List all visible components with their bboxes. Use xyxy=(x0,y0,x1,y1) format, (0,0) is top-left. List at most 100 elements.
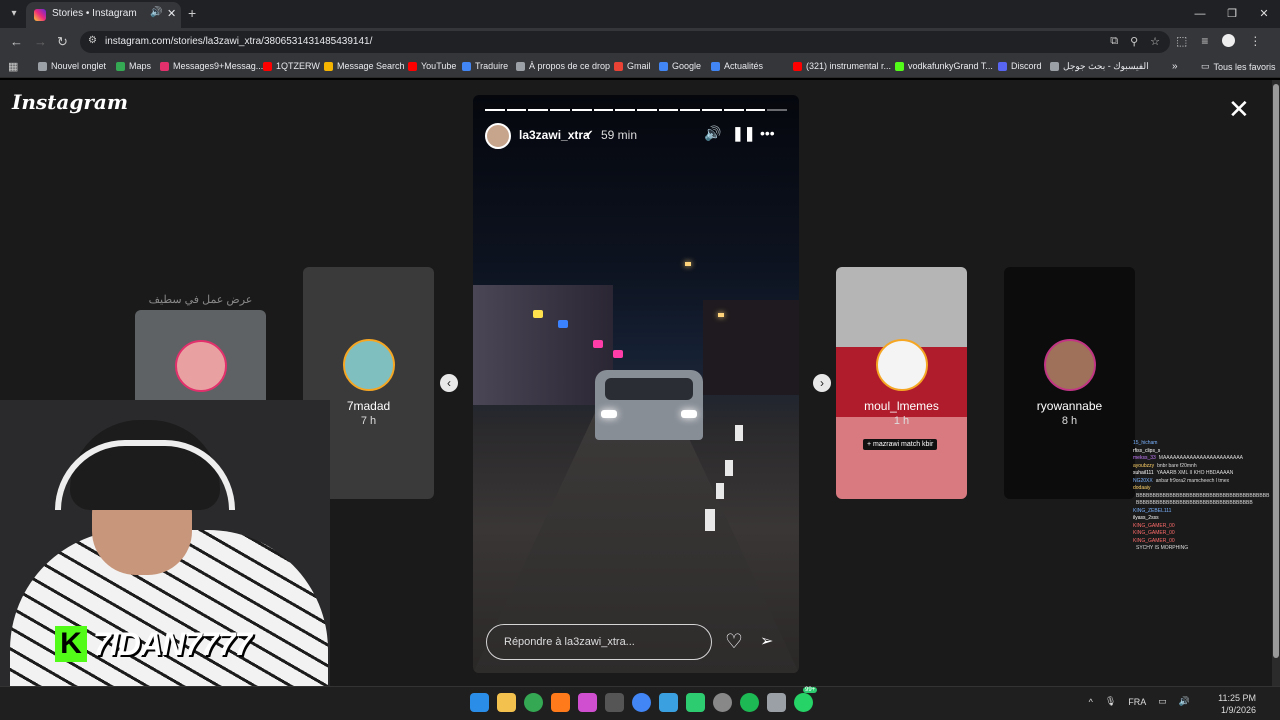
tab-audio-icon[interactable]: 🔊 xyxy=(150,7,162,18)
forward-arrow-icon[interactable]: → xyxy=(34,34,47,49)
chat-text: YAAARB XML II KHO HBDAAAAN xyxy=(1156,470,1234,476)
url-text[interactable]: instagram.com/stories/la3zawi_xtra/38065… xyxy=(105,36,372,47)
mute-icon[interactable]: 🔊 xyxy=(704,125,721,142)
whatsapp-icon[interactable]: 99+ xyxy=(794,687,818,712)
bookmark-item[interactable]: Actualités xyxy=(711,61,763,71)
profile-avatar-icon[interactable] xyxy=(1222,34,1236,47)
restore-button[interactable]: ❐ xyxy=(1216,0,1248,28)
bookmark-item[interactable]: Message Search xyxy=(324,61,405,71)
apps-grid-icon[interactable]: ▦ xyxy=(8,60,18,73)
like-heart-icon[interactable]: ♡ xyxy=(725,629,743,654)
bookmark-item[interactable]: YouTube xyxy=(408,61,456,71)
active-story[interactable]: la3zawi_xtra ✔ 59 min 🔊 ❚❚ ••• Répondre … xyxy=(473,95,799,673)
bookmark-item[interactable]: الفيسبوك - بحث جوجل xyxy=(1050,61,1149,72)
volume-icon[interactable]: 🔊 xyxy=(1179,696,1190,707)
back-arrow-icon[interactable]: ← xyxy=(10,34,23,49)
story-username[interactable]: la3zawi_xtra xyxy=(519,128,590,142)
chrome-icon[interactable] xyxy=(524,693,543,712)
close-stories-icon[interactable]: ✕ xyxy=(1228,96,1250,122)
previous-story-chevron-icon[interactable]: ‹ xyxy=(440,374,458,392)
reload-icon[interactable]: ↻ xyxy=(57,34,68,50)
app-icon[interactable] xyxy=(686,693,705,712)
bookmark-item[interactable]: À propos de ce drop xyxy=(516,61,610,71)
media-control-icon[interactable]: ≡ xyxy=(1201,34,1208,48)
settings-gear-icon[interactable] xyxy=(767,693,786,712)
story-avatar[interactable] xyxy=(485,123,511,149)
chrome-icon[interactable] xyxy=(632,693,651,712)
bookmark-label: Discord xyxy=(1011,61,1042,71)
file-explorer-icon[interactable] xyxy=(497,693,516,712)
bookmark-star-icon[interactable]: ☆ xyxy=(1150,35,1160,48)
chat-username: KING_GAMER_00 xyxy=(1133,537,1175,544)
chat-text: anbar fr9ora2 mamcheech l tmex xyxy=(1155,477,1230,484)
more-bookmarks-icon[interactable]: » xyxy=(1172,61,1178,72)
address-bar[interactable]: ⚙ instagram.com/stories/la3zawi_xtra/380… xyxy=(80,31,1170,53)
all-bookmarks-folder[interactable]: ▭ Tous les favoris xyxy=(1201,61,1276,72)
bookmark-favicon-icon xyxy=(408,61,417,71)
progress-segment xyxy=(723,109,744,111)
bookmark-item[interactable]: (321) instrumental r... xyxy=(793,61,891,71)
bookmark-favicon-icon xyxy=(998,61,1007,71)
app-icon[interactable] xyxy=(713,693,732,712)
bookmark-item[interactable]: Maps xyxy=(116,61,151,71)
pause-icon[interactable]: ❚❚ xyxy=(732,125,755,142)
chat-username: mekss_33 xyxy=(1133,455,1156,461)
chat-message: dodaaiy xyxy=(1133,485,1273,493)
browser-menu-icon[interactable]: ⋮ xyxy=(1249,34,1261,48)
app-icon[interactable] xyxy=(551,693,570,712)
app-icon[interactable] xyxy=(605,693,624,712)
network-icon[interactable]: ▭ xyxy=(1158,696,1167,707)
story-card-caption: عرض عمل في سطيف xyxy=(148,294,253,306)
chat-username: suhail111 xyxy=(1133,470,1154,476)
bookmarks-bar: ▦ Nouvel onglet Maps Messages9+Messag... 1Q… xyxy=(0,56,1280,78)
progress-segment xyxy=(593,109,614,111)
install-app-icon[interactable]: ⧉ xyxy=(1110,35,1118,48)
telegram-icon[interactable] xyxy=(659,693,678,712)
bookmark-label: Messages9+Messag... xyxy=(173,61,264,71)
taskbar-clock[interactable]: 11:25 PM 1/9/2026 xyxy=(1218,692,1256,716)
next-story-chevron-icon[interactable]: › xyxy=(813,374,831,392)
lane-marking xyxy=(705,509,715,531)
minimize-button[interactable]: — xyxy=(1184,0,1216,28)
bookmark-item[interactable]: Traduire xyxy=(462,61,508,71)
window-close-button[interactable]: ✕ xyxy=(1248,0,1280,28)
street-lamp xyxy=(718,313,724,317)
bookmark-item[interactable]: 1QTZERW xyxy=(263,61,320,71)
language-indicator[interactable]: FRA xyxy=(1128,697,1146,707)
car-windshield xyxy=(605,378,693,400)
scrollbar-thumb[interactable] xyxy=(1273,84,1279,658)
new-tab-button[interactable]: + xyxy=(188,5,196,21)
bookmark-label: (321) instrumental r... xyxy=(806,61,892,71)
microphone-icon[interactable]: 🎙 xyxy=(1105,696,1116,707)
more-options-icon[interactable]: ••• xyxy=(760,125,775,141)
bookmark-label: Nouvel onglet xyxy=(51,61,107,71)
bookmark-item[interactable]: Nouvel onglet xyxy=(38,61,106,71)
app-icon[interactable] xyxy=(578,693,597,712)
send-icon[interactable]: ➢ xyxy=(760,631,773,651)
instagram-logo[interactable]: Instagram xyxy=(12,90,128,114)
bookmark-item[interactable]: Discord xyxy=(998,61,1042,71)
bookmark-favicon-icon xyxy=(38,61,47,71)
bookmark-item[interactable]: vodkafunkyGrand T... xyxy=(895,61,993,71)
tab-close-icon[interactable]: ✕ xyxy=(167,7,176,20)
tab-search-button[interactable]: ▾ xyxy=(6,6,22,22)
extensions-icon[interactable]: ⬚ xyxy=(1176,34,1187,48)
start-windows-icon[interactable] xyxy=(470,693,489,712)
reply-input[interactable]: Répondre à la3zawi_xtra... xyxy=(486,624,712,660)
chat-message: KING_GAMER_00 xyxy=(1133,523,1273,531)
bookmark-item[interactable]: Gmail xyxy=(614,61,651,71)
chat-username: ilyass_2sss xyxy=(1133,515,1159,521)
bookmark-label: الفيسبوك - بحث جوجل xyxy=(1063,61,1149,71)
story-card-ryowannabe[interactable]: ryowannabe 8 h xyxy=(1004,267,1135,499)
story-card-moul-lmemes[interactable]: moul_lmemes 1 h + mazrawi match kbir xyxy=(836,267,967,499)
site-info-icon[interactable]: ⚙ xyxy=(88,35,97,46)
toolbar-right: ⬚ ≡ ⋮ xyxy=(1176,34,1261,48)
browser-tab-stories[interactable]: Stories • Instagram 🔊 ✕ xyxy=(26,2,181,28)
tray-overflow-icon[interactable]: ^ xyxy=(1089,697,1093,707)
zoom-icon[interactable]: ⚲ xyxy=(1130,35,1138,48)
spotify-icon[interactable] xyxy=(740,693,759,712)
bookmark-item[interactable]: Google xyxy=(659,61,701,71)
bookmark-item[interactable]: Messages9+Messag... xyxy=(160,61,263,71)
windows-taskbar: 99+ ^ 🎙 FRA ▭ 🔊 11:25 PM 1/9/2026 xyxy=(0,686,1280,720)
verified-badge-icon: ✔ xyxy=(585,129,594,140)
